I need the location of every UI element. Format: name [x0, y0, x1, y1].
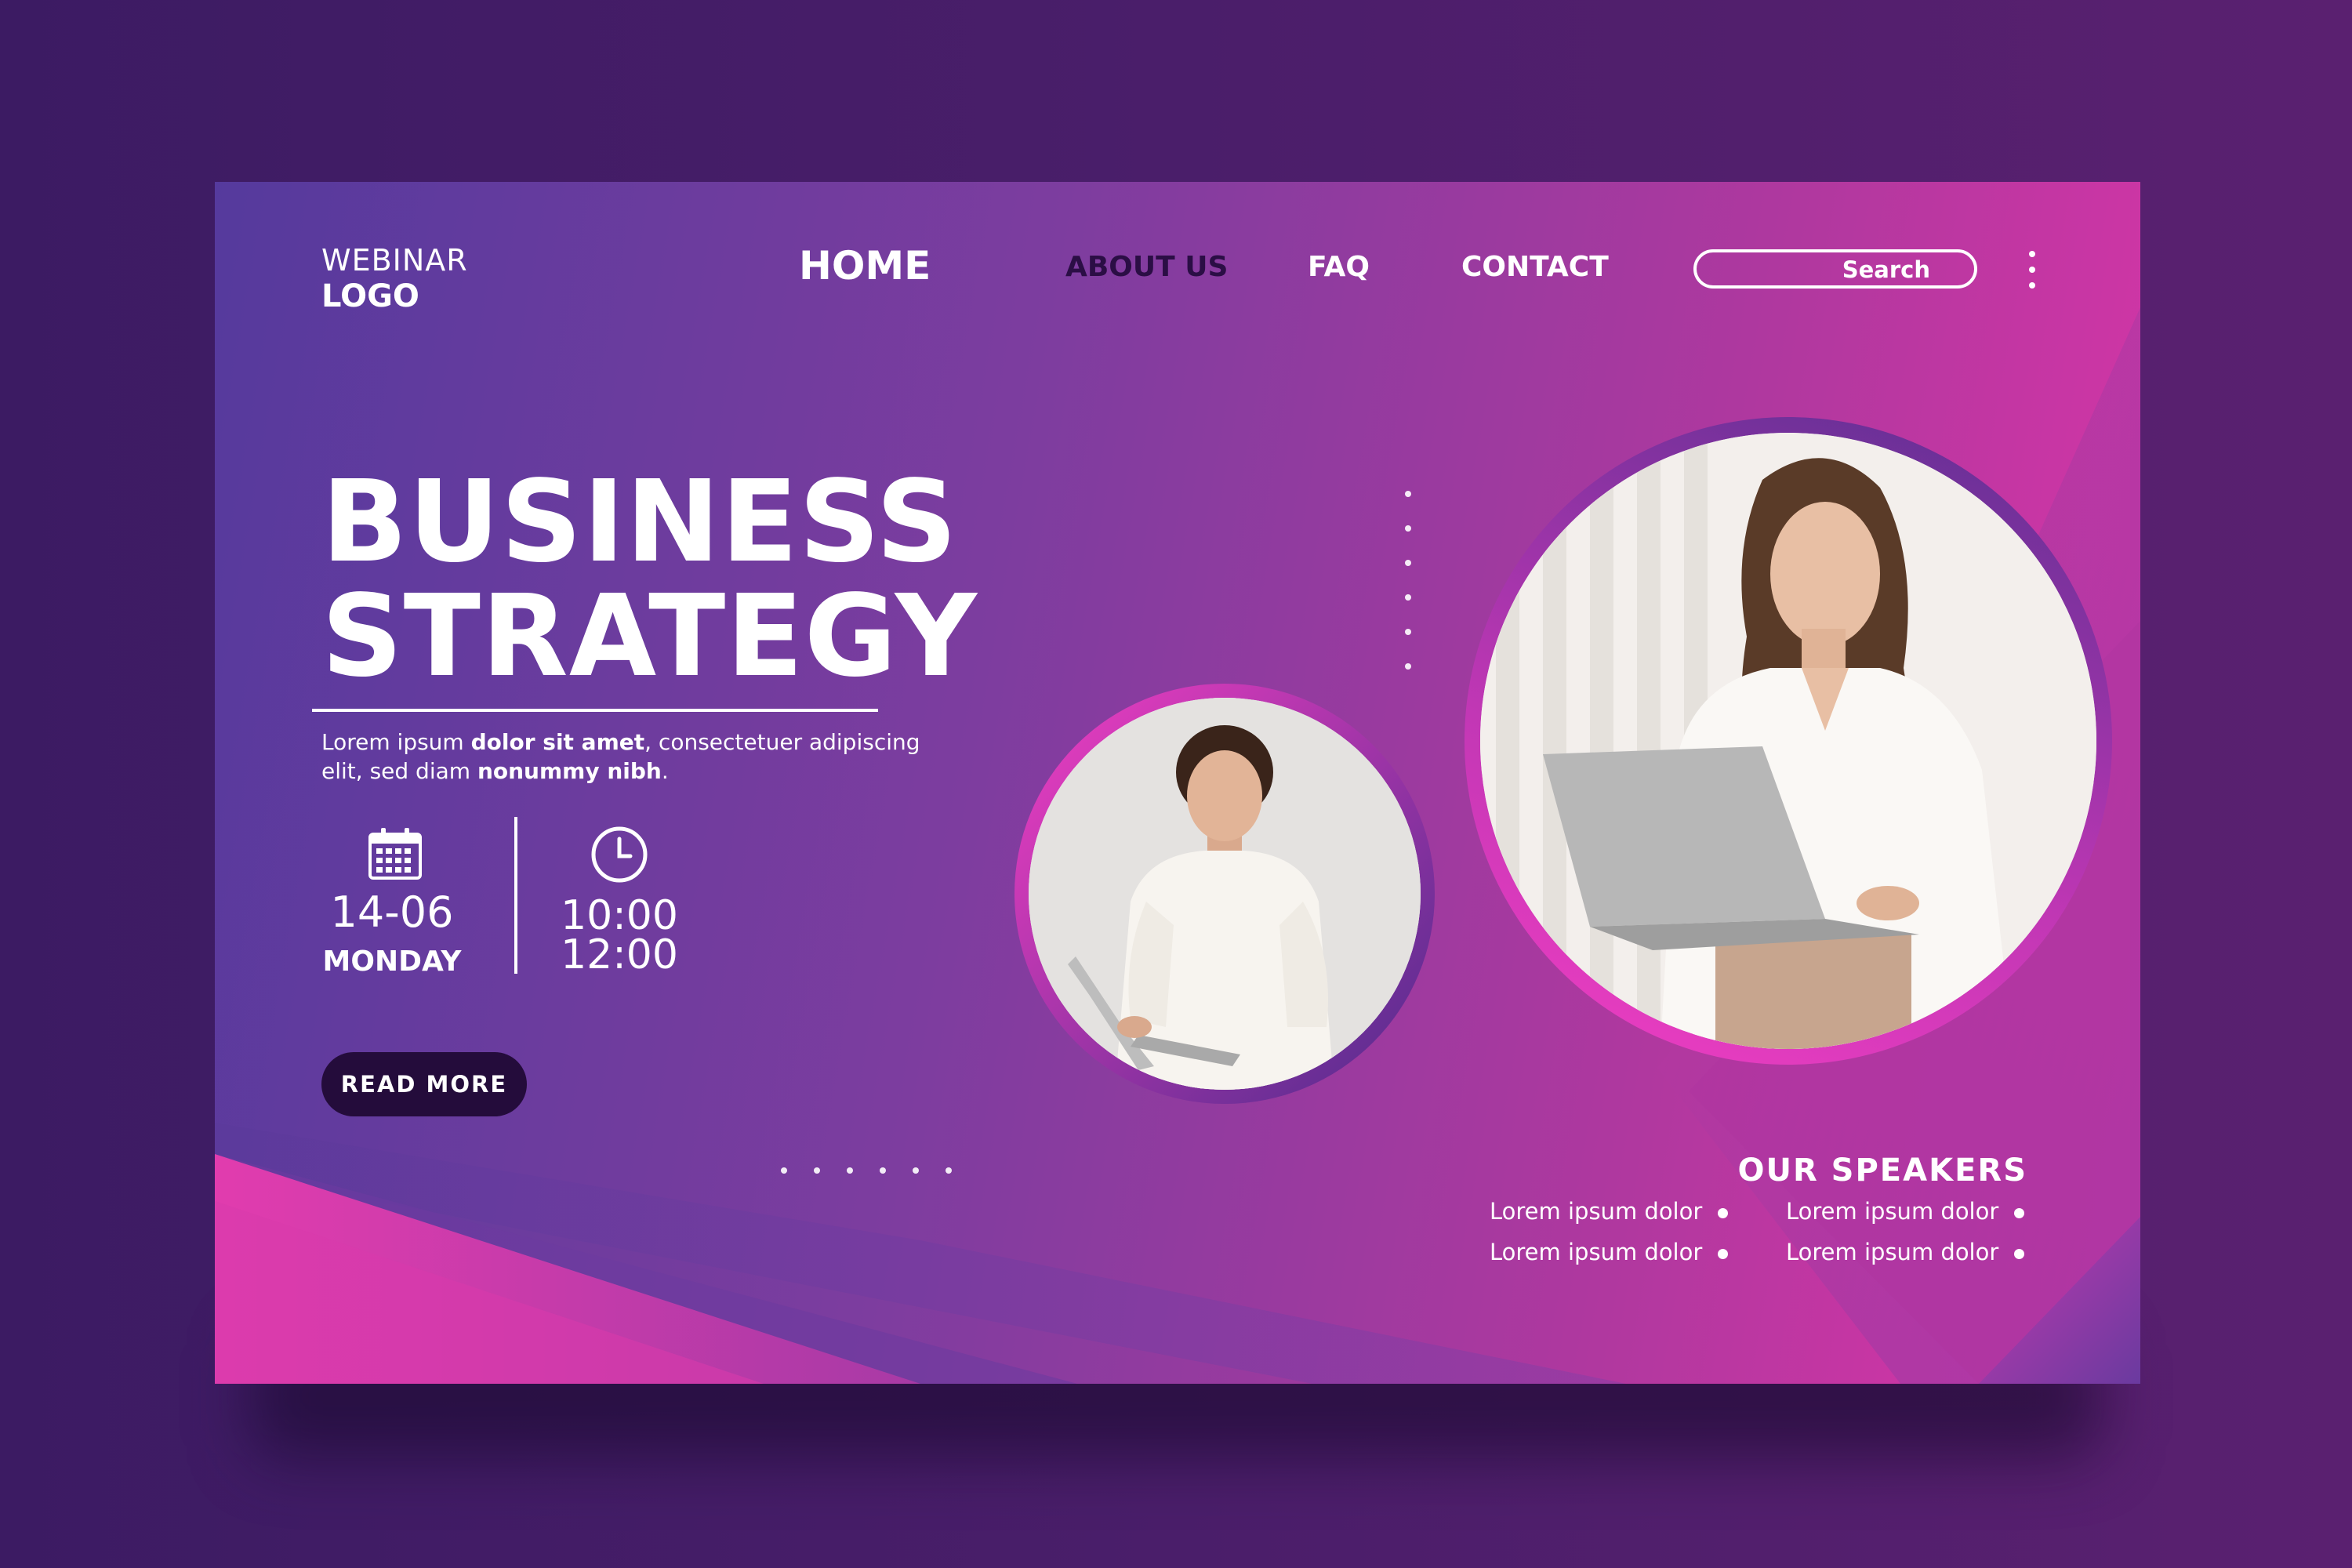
- clock-icon: [591, 826, 648, 883]
- title-underline: [312, 709, 878, 712]
- desc-bold-1: dolor sit amet: [470, 729, 645, 755]
- hero-description: Lorem ipsum dolor sit amet, consectetuer…: [321, 728, 964, 786]
- read-more-button[interactable]: READ MORE: [321, 1052, 527, 1116]
- landing-page-card: WEBINAR LOGO HOME ABOUT US FAQ CONTACT S…: [215, 182, 2140, 1384]
- logo-line-1: WEBINAR: [321, 243, 468, 278]
- speaker-item: Lorem ipsum dolor: [1490, 1198, 1729, 1225]
- nav-home[interactable]: HOME: [799, 243, 931, 289]
- horizontal-dots-decoration: [781, 1162, 978, 1177]
- speaker-photo-small: [1029, 698, 1421, 1090]
- bullet-dot: [1718, 1207, 1729, 1218]
- bullet-dot: [1718, 1248, 1729, 1259]
- event-end-time: 12:00: [561, 931, 678, 978]
- speaker-name: Lorem ipsum dolor: [1786, 1239, 1999, 1265]
- search-input[interactable]: Search: [1693, 249, 1977, 289]
- hero-title-line-1: BUSINESS: [321, 456, 958, 587]
- our-speakers-title: OUR SPEAKERS: [1737, 1152, 2027, 1189]
- bullet-dot: [2014, 1207, 2025, 1218]
- speaker-name: Lorem ipsum dolor: [1786, 1198, 1999, 1225]
- date-time-divider: [514, 817, 517, 974]
- webinar-logo[interactable]: WEBINAR LOGO: [321, 243, 468, 315]
- desc-bold-2: nonummy nibh: [477, 758, 662, 784]
- vertical-dots-decoration: [1405, 491, 1416, 698]
- speaker-name: Lorem ipsum dolor: [1490, 1198, 1703, 1225]
- nav-faq[interactable]: FAQ: [1308, 251, 1370, 283]
- kebab-menu-icon[interactable]: [2024, 251, 2040, 292]
- speaker-name: Lorem ipsum dolor: [1490, 1239, 1703, 1265]
- speaker-item: Lorem ipsum dolor: [1490, 1239, 1729, 1265]
- desc-part-1: Lorem ipsum: [321, 729, 471, 755]
- hero-title: BUSINESS STRATEGY: [321, 464, 978, 693]
- calendar-icon: [368, 828, 422, 880]
- event-date: 14-06: [330, 887, 454, 937]
- nav-contact[interactable]: CONTACT: [1461, 251, 1609, 283]
- search-label: Search: [1842, 256, 1930, 283]
- desc-part-3: .: [661, 758, 669, 784]
- event-day: MONDAY: [322, 946, 462, 978]
- bullet-dot: [2014, 1248, 2025, 1259]
- speaker-item: Lorem ipsum dolor: [1786, 1198, 2025, 1225]
- hero-title-line-2: STRATEGY: [321, 570, 978, 702]
- nav-about-us[interactable]: ABOUT US: [1065, 251, 1228, 283]
- speaker-item: Lorem ipsum dolor: [1786, 1239, 2025, 1265]
- logo-line-2: LOGO: [321, 278, 419, 314]
- speaker-photo-large: [1480, 433, 2096, 1049]
